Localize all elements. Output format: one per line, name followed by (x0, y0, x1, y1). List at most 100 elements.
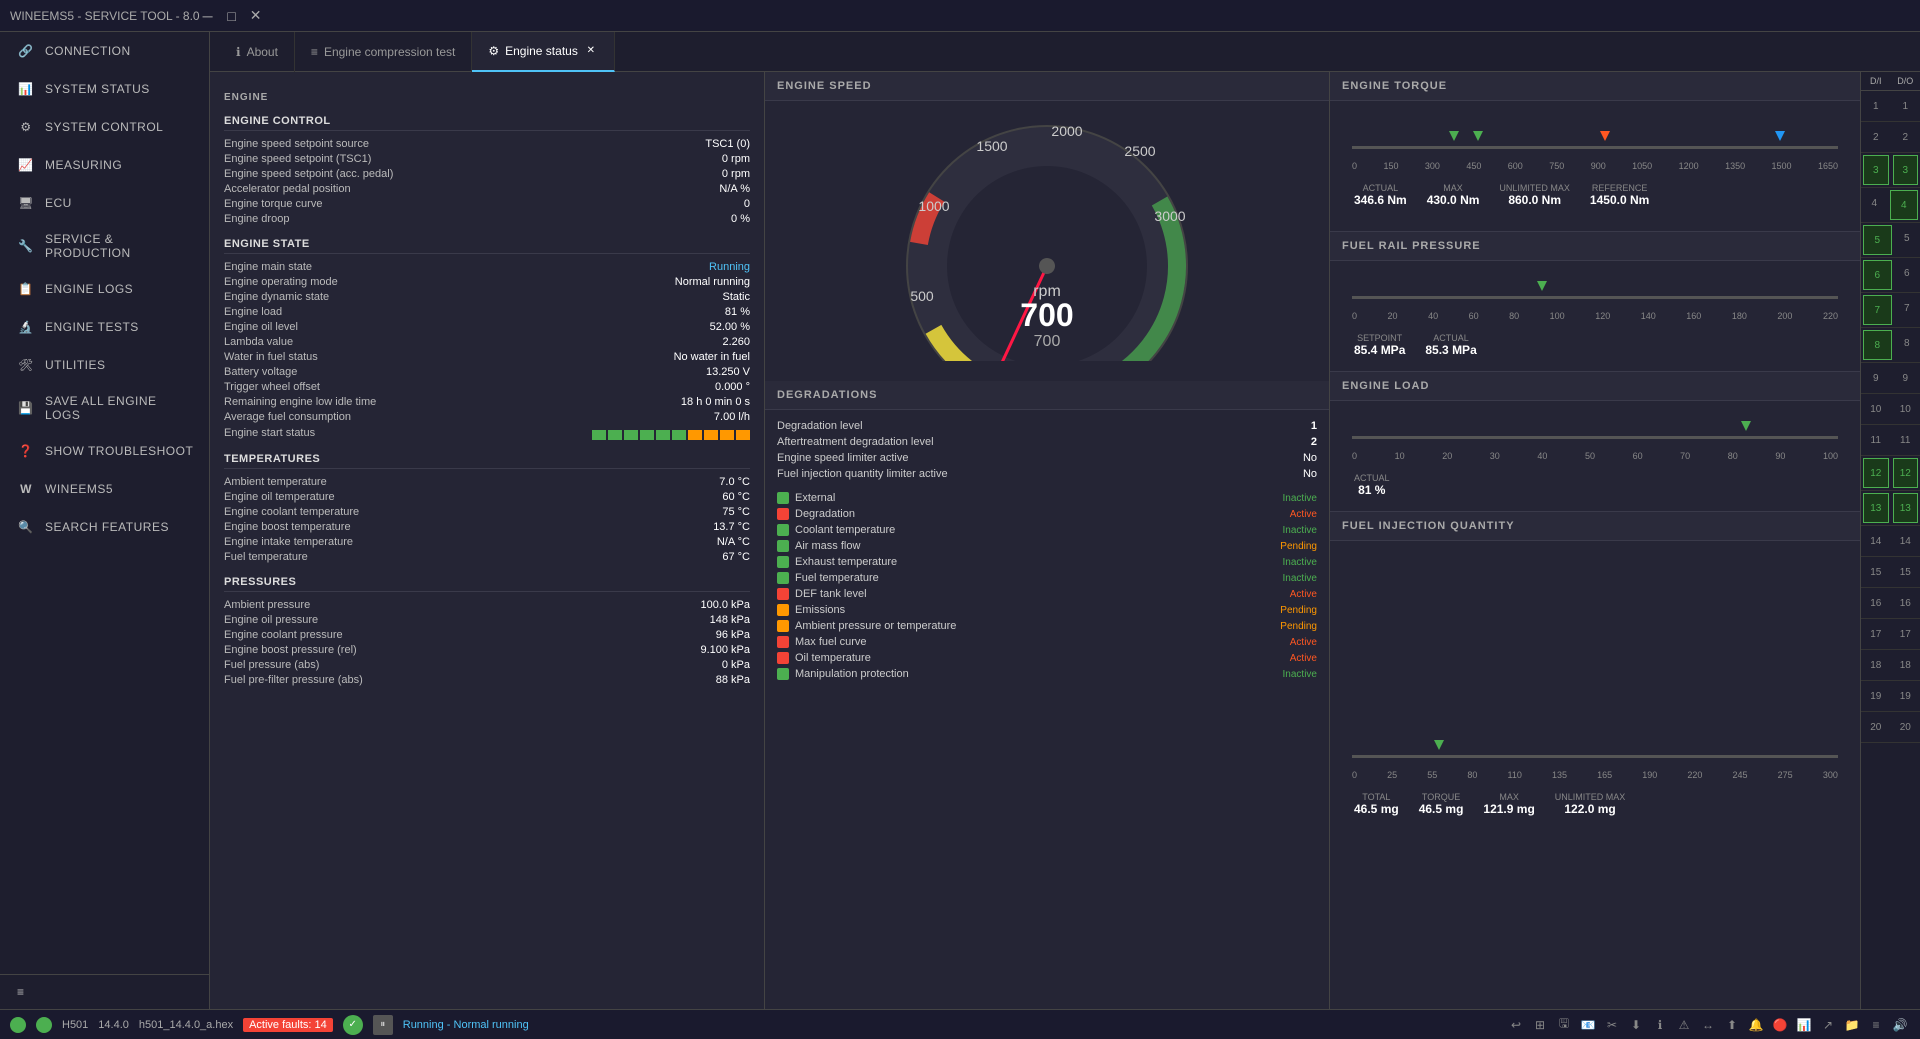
dio-row-10: 11 11 (1861, 425, 1920, 456)
do-cell-2[interactable]: 3 (1893, 155, 1919, 185)
engine-status-tab-close[interactable]: ✕ (584, 44, 598, 58)
do-cell-0[interactable]: 1 (1891, 91, 1920, 121)
deg-dot-0 (777, 492, 789, 504)
hex-file: h501_14.4.0_a.hex (139, 1019, 233, 1031)
deg-item-2: Coolant temperature Inactive (777, 522, 1317, 538)
di-cell-6[interactable]: 7 (1863, 295, 1892, 325)
sidebar-item-connection[interactable]: 🔗 CONNECTION (0, 32, 209, 70)
do-cell-7[interactable]: 8 (1894, 328, 1920, 358)
sidebar-item-system-status[interactable]: 📊 SYSTEM STATUS (0, 70, 209, 108)
do-cell-12[interactable]: 13 (1893, 493, 1919, 523)
fuel-rail-actual: Actual 85.3 MPa (1425, 333, 1476, 357)
di-cell-1[interactable]: 2 (1861, 122, 1891, 152)
sb-icon-14[interactable]: ↗ (1818, 1015, 1838, 1035)
do-cell-9[interactable]: 10 (1891, 394, 1920, 424)
sb-icon-5[interactable]: ✂ (1602, 1015, 1622, 1035)
do-cell-1[interactable]: 2 (1891, 122, 1920, 152)
di-cell-2[interactable]: 3 (1863, 155, 1889, 185)
maximize-button[interactable]: □ (224, 8, 240, 24)
do-cell-19[interactable]: 20 (1891, 712, 1920, 742)
engine-control-title: ENGINE CONTROL (224, 115, 750, 131)
sb-icon-4[interactable]: 📧 (1578, 1015, 1598, 1035)
minimize-button[interactable]: ─ (200, 8, 216, 24)
sb-icon-13[interactable]: 📊 (1794, 1015, 1814, 1035)
sidebar-label-measuring: MEASURING (45, 158, 122, 172)
di-cell-8[interactable]: 9 (1861, 363, 1891, 393)
sb-icon-12[interactable]: 🔴 (1770, 1015, 1790, 1035)
sb-icon-3[interactable]: 🖫 (1554, 1015, 1574, 1035)
sidebar-item-engine-tests[interactable]: 🔬 ENGINE TESTS (0, 308, 209, 346)
di-cell-13[interactable]: 14 (1861, 526, 1891, 556)
tab-about[interactable]: ℹ About (220, 32, 295, 72)
sb-icon-8[interactable]: ⚠ (1674, 1015, 1694, 1035)
sb-icon-9[interactable]: ↔ (1698, 1015, 1718, 1035)
do-cell-15[interactable]: 16 (1891, 588, 1920, 618)
tab-engine-status[interactable]: ⚙ Engine status ✕ (472, 32, 614, 72)
do-cell-18[interactable]: 19 (1891, 681, 1920, 711)
di-cell-9[interactable]: 10 (1861, 394, 1891, 424)
sb-icon-1[interactable]: ↩ (1506, 1015, 1526, 1035)
sb-icon-17[interactable]: 🔊 (1890, 1015, 1910, 1035)
sidebar-item-service-production[interactable]: 🔧 SERVICE & PRODUCTION (0, 222, 209, 270)
sidebar-collapse-button[interactable]: ≡ (0, 975, 209, 1009)
di-cell-0[interactable]: 1 (1861, 91, 1891, 121)
do-cell-10[interactable]: 11 (1891, 425, 1920, 455)
di-cell-11[interactable]: 12 (1863, 458, 1889, 488)
di-cell-15[interactable]: 16 (1861, 588, 1891, 618)
ec-row-4: Engine torque curve 0 (224, 196, 750, 211)
di-cell-5[interactable]: 6 (1863, 260, 1892, 290)
do-cell-5[interactable]: 6 (1894, 258, 1920, 288)
do-cell-8[interactable]: 9 (1891, 363, 1920, 393)
svg-text:1000: 1000 (918, 198, 949, 214)
engine-torque-section: ENGINE TORQUE (1330, 72, 1860, 232)
sidebar-item-engine-logs[interactable]: 📋 ENGINE LOGS (0, 270, 209, 308)
pause-icon: ⏸ (373, 1015, 393, 1035)
close-button[interactable]: ✕ (248, 8, 264, 24)
di-cell-14[interactable]: 15 (1861, 557, 1891, 587)
sidebar-item-measuring[interactable]: 📈 MEASURING (0, 146, 209, 184)
di-cell-7[interactable]: 8 (1863, 330, 1892, 360)
di-cell-4[interactable]: 5 (1863, 225, 1892, 255)
tab-compression[interactable]: ≡ Engine compression test (295, 32, 472, 72)
sidebar-item-utilities[interactable]: 🛠 UTILITIES (0, 346, 209, 384)
sidebar-item-show-troubleshoot[interactable]: ❓ SHOW TROUBLESHOOT (0, 432, 209, 470)
do-cell-4[interactable]: 5 (1894, 223, 1920, 253)
sb-icon-10[interactable]: ⬆ (1722, 1015, 1742, 1035)
sidebar-item-wineems5[interactable]: W WINEEMS5 (0, 470, 209, 508)
do-cell-14[interactable]: 15 (1891, 557, 1920, 587)
do-cell-16[interactable]: 17 (1891, 619, 1920, 649)
deg-item-10: Oil temperature Active (777, 650, 1317, 666)
do-cell-11[interactable]: 12 (1893, 458, 1919, 488)
do-cell-17[interactable]: 18 (1891, 650, 1920, 680)
di-cell-3[interactable]: 4 (1861, 188, 1888, 218)
do-cell-13[interactable]: 14 (1891, 526, 1920, 556)
di-cell-19[interactable]: 20 (1861, 712, 1891, 742)
sb-icon-11[interactable]: 🔔 (1746, 1015, 1766, 1035)
sidebar-label-utilities: UTILITIES (45, 358, 106, 372)
sidebar-label-service: SERVICE & PRODUCTION (45, 232, 195, 260)
engine-tests-icon: 🔬 (17, 318, 35, 336)
degradation-items: External Inactive Degradation Active Coo… (777, 490, 1317, 682)
pres-row-1: Engine oil pressure 148 kPa (224, 612, 750, 627)
es-row-0: Engine main state Running (224, 259, 750, 274)
sidebar-item-system-control[interactable]: ⚙ SYSTEM CONTROL (0, 108, 209, 146)
deg-item-1: Degradation Active (777, 506, 1317, 522)
sb-icon-16[interactable]: ≡ (1866, 1015, 1886, 1035)
do-cell-6[interactable]: 7 (1894, 293, 1920, 323)
sb-icon-2[interactable]: ⊞ (1530, 1015, 1550, 1035)
di-cell-16[interactable]: 17 (1861, 619, 1891, 649)
sidebar-item-save-all[interactable]: 💾 SAVE ALL ENGINE LOGS (0, 384, 209, 432)
sidebar-item-ecu[interactable]: 🖥 ECU (0, 184, 209, 222)
di-cell-17[interactable]: 18 (1861, 650, 1891, 680)
di-header-label: D/I (1861, 76, 1891, 86)
panels: ENGINE ENGINE CONTROL Engine speed setpo… (210, 72, 1920, 1009)
es-row-2: Engine dynamic state Static (224, 289, 750, 304)
sidebar-item-search-features[interactable]: 🔍 SEARCH FEATURES (0, 508, 209, 546)
do-cell-3[interactable]: 4 (1890, 190, 1919, 220)
sb-icon-6[interactable]: ⬇ (1626, 1015, 1646, 1035)
sb-icon-7[interactable]: ℹ (1650, 1015, 1670, 1035)
sb-icon-15[interactable]: 📁 (1842, 1015, 1862, 1035)
di-cell-18[interactable]: 19 (1861, 681, 1891, 711)
di-cell-12[interactable]: 13 (1863, 493, 1889, 523)
di-cell-10[interactable]: 11 (1861, 425, 1891, 455)
